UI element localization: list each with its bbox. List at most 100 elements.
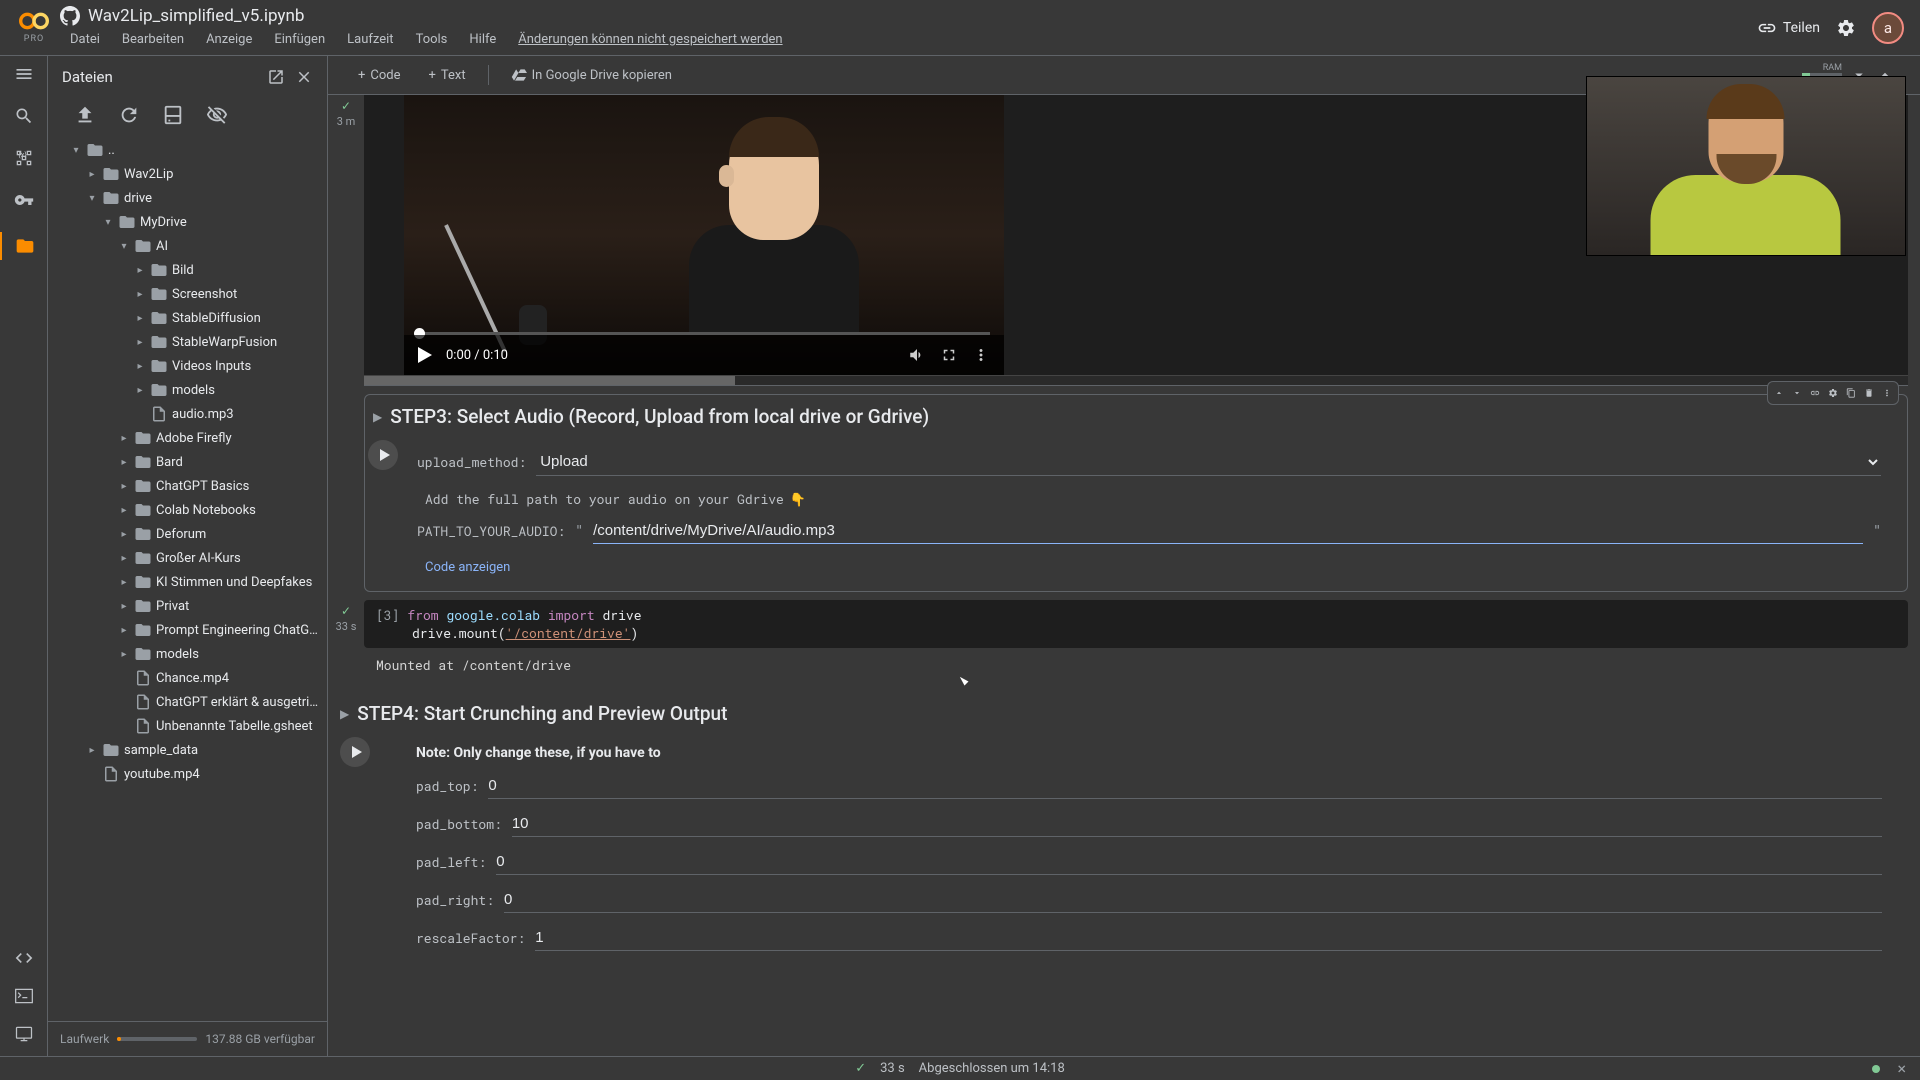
file-tree-item[interactable]: ChatGPT erklärt & ausgetrick... <box>54 690 327 714</box>
toc-icon[interactable] <box>14 64 34 84</box>
file-tree-item[interactable]: ▾.. <box>54 138 327 162</box>
cell-status-ok-icon: ✓ <box>341 604 351 618</box>
collapse-step3-icon[interactable]: ▶ <box>373 410 382 424</box>
audio-path-input[interactable] <box>593 518 1863 544</box>
menu-tools[interactable]: Tools <box>406 30 458 49</box>
github-icon <box>60 6 80 26</box>
show-code-link[interactable]: Code anzeigen <box>373 550 1891 591</box>
disk-free: 137.88 GB verfügbar <box>205 1032 315 1046</box>
exec-count: [3] <box>376 606 399 624</box>
code-cell-drive-mount[interactable]: [3]from google.colab import drive drive.… <box>364 600 1908 648</box>
file-tree-item[interactable]: youtube.mp4 <box>54 762 327 786</box>
files-title: Dateien <box>62 68 113 86</box>
copy-to-drive-button[interactable]: In Google Drive kopieren <box>501 62 682 88</box>
settings-icon[interactable] <box>1836 18 1856 38</box>
file-tree-item[interactable]: audio.mp3 <box>54 402 327 426</box>
pointing-down-emoji: 👇 <box>790 490 806 508</box>
secrets-icon[interactable] <box>14 190 34 210</box>
notebook-title[interactable]: Wav2Lip_simplified_v5.ipynb <box>88 6 304 26</box>
file-tree-item[interactable]: ▸Deforum <box>54 522 327 546</box>
files-rail-active[interactable] <box>0 232 47 260</box>
rescale-label: rescaleFactor: <box>416 929 525 947</box>
menu-hilfe[interactable]: Hilfe <box>459 30 506 49</box>
file-tree-item[interactable]: Chance.mp4 <box>54 666 327 690</box>
file-tree-item[interactable]: ▸models <box>54 378 327 402</box>
menu-anzeige[interactable]: Anzeige <box>196 30 262 49</box>
pad-right-input[interactable] <box>504 887 1882 913</box>
open-quote: " <box>575 524 583 539</box>
pad-left-label: pad_left: <box>416 853 486 871</box>
upload-method-select[interactable]: Upload <box>536 448 1881 476</box>
file-tree-item[interactable]: ▸StableDiffusion <box>54 306 327 330</box>
rescale-input[interactable] <box>535 925 1882 951</box>
status-text: Abgeschlossen um 14:18 <box>919 1061 1065 1076</box>
close-panel-icon[interactable] <box>295 68 313 86</box>
file-tree-item[interactable]: ▸ChatGPT Basics <box>54 474 327 498</box>
file-tree-item[interactable]: ▾drive <box>54 186 327 210</box>
fullscreen-icon[interactable] <box>940 346 958 364</box>
cell-settings-icon[interactable] <box>1824 384 1842 402</box>
file-tree-item[interactable]: ▸Colab Notebooks <box>54 498 327 522</box>
refresh-icon[interactable] <box>118 104 140 126</box>
file-tree-item[interactable]: ▸StableWarpFusion <box>54 330 327 354</box>
collapse-step4-icon[interactable]: ▶ <box>340 707 349 721</box>
file-tree-item[interactable]: ▸Adobe Firefly <box>54 426 327 450</box>
terminal-icon[interactable] <box>14 986 34 1006</box>
menu-bearbeiten[interactable]: Bearbeiten <box>112 30 194 49</box>
file-tree-item[interactable]: ▸Großer AI-Kurs <box>54 546 327 570</box>
monitor-icon[interactable] <box>14 1024 34 1044</box>
run-cell-button[interactable] <box>368 440 398 470</box>
file-tree-item[interactable]: ▸Screenshot <box>54 282 327 306</box>
pro-badge: PRO <box>24 34 44 44</box>
delete-cell-icon[interactable] <box>1860 384 1878 402</box>
pad-top-label: pad_top: <box>416 777 478 795</box>
file-tree-item[interactable]: Unbenannte Tabelle.gsheet <box>54 714 327 738</box>
file-tree-item[interactable]: ▾MyDrive <box>54 210 327 234</box>
file-tree-item[interactable]: ▸Privat <box>54 594 327 618</box>
play-button[interactable] <box>418 347 432 363</box>
status-bar: ✓ 33 s Abgeschlossen um 14:18 × <box>0 1056 1920 1080</box>
upload-icon[interactable] <box>74 104 96 126</box>
search-icon[interactable] <box>14 106 34 126</box>
run-step4-button[interactable] <box>340 737 370 767</box>
menu-laufzeit[interactable]: Laufzeit <box>337 30 403 49</box>
menu-save-warning[interactable]: Änderungen können nicht gespeichert werd… <box>508 30 792 49</box>
file-tree-item[interactable]: ▸KI Stimmen und Deepfakes <box>54 570 327 594</box>
file-tree-item[interactable]: ▸Bild <box>54 258 327 282</box>
share-button[interactable]: Teilen <box>1757 18 1820 38</box>
file-tree-item[interactable]: ▸sample_data <box>54 738 327 762</box>
pad-top-input[interactable] <box>488 773 1882 799</box>
file-tree-item[interactable]: ▸Prompt Engineering ChatGPT,... <box>54 618 327 642</box>
cell-toolbar <box>1767 381 1899 405</box>
move-up-icon[interactable] <box>1770 384 1788 402</box>
colab-logo[interactable]: PRO <box>16 10 52 46</box>
menu-datei[interactable]: Datei <box>60 30 110 49</box>
cell-link-icon[interactable] <box>1806 384 1824 402</box>
file-tree-item[interactable]: ▾AI <box>54 234 327 258</box>
add-code-button[interactable]: + Code <box>348 63 411 88</box>
move-down-icon[interactable] <box>1788 384 1806 402</box>
menu-einfuegen[interactable]: Einfügen <box>264 30 335 49</box>
horizontal-scrollbar[interactable] <box>364 375 1908 385</box>
file-tree[interactable]: ▾..▸Wav2Lip▾drive▾MyDrive▾AI▸Bild▸Screen… <box>48 138 327 1021</box>
pad-left-input[interactable] <box>496 849 1882 875</box>
file-tree-item[interactable]: ▸models <box>54 642 327 666</box>
code-rail-icon[interactable] <box>14 948 34 968</box>
mirror-cell-icon[interactable] <box>1842 384 1860 402</box>
video-player[interactable]: 0:00 / 0:10 <box>404 95 1004 375</box>
new-window-icon[interactable] <box>267 68 285 86</box>
status-close-icon[interactable]: × <box>1897 1059 1906 1078</box>
file-tree-item[interactable]: ▸Bard <box>54 450 327 474</box>
add-text-button[interactable]: + Text <box>419 63 476 88</box>
file-tree-item[interactable]: ▸Wav2Lip <box>54 162 327 186</box>
cell-more-icon[interactable] <box>1878 384 1896 402</box>
exec-time: 33 s <box>336 620 357 633</box>
file-tree-item[interactable]: ▸Videos Inputs <box>54 354 327 378</box>
volume-icon[interactable] <box>908 346 926 364</box>
video-more-icon[interactable] <box>972 346 990 364</box>
user-avatar[interactable]: a <box>1872 12 1904 44</box>
pad-bottom-input[interactable] <box>512 811 1882 837</box>
variables-icon[interactable]: {x} <box>14 148 34 168</box>
hide-icon[interactable] <box>206 104 228 126</box>
mount-drive-icon[interactable] <box>162 104 184 126</box>
